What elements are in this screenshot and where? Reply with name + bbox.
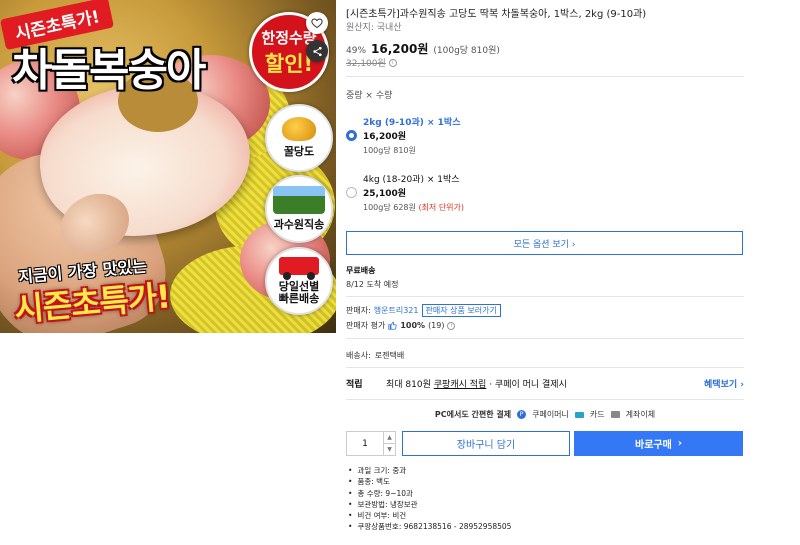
chevron-right-icon: › [677,438,682,449]
option-radio-2kg[interactable] [346,130,357,141]
option-name: 2kg (9-10과) × 1박스 [363,118,461,128]
payment-coupay: 쿠페이머니 [532,410,569,419]
option-unit-value: 100g당 628원 [363,203,416,212]
benefits-button[interactable]: 혜택보기 › [704,377,744,390]
original-price-row: 32,100원 i [346,56,397,69]
quantity-up-icon[interactable]: ▲ [384,432,395,443]
image-main-title: 차돌복숭아 [12,45,206,96]
info-icon[interactable]: i [388,58,397,67]
reward-row: 적립 최대 810원 쿠팡캐시 적립 · 쿠페이 머니 결제시 혜택보기 › [346,377,744,390]
card-icon [574,411,584,418]
divider [346,296,744,297]
orchard-icon [273,186,325,214]
reward-label: 적립 [346,380,363,390]
orchard-badge-label: 과수원직송 [273,218,325,231]
sale-price: 16,200원 [371,42,429,56]
bank-transfer-icon [610,411,620,418]
option-unit-price: 100g당 628원 (최저 단위가) [363,201,464,215]
divider [346,76,744,77]
option-header: 중량 × 수량 [346,91,393,101]
payment-card: 카드 [589,410,605,419]
seller-label: 판매자: [346,306,371,315]
info-icon[interactable]: i [447,321,456,330]
buy-now-button[interactable]: 바로구매 › [574,431,743,456]
heart-icon [311,18,323,29]
all-options-button[interactable]: 모든 옵션 보기 › [346,231,743,255]
option-2kg[interactable]: 2kg (9-10과) × 1박스 16,200원 100g당 810원 [363,116,460,158]
unit-price: (100g당 810원) [433,46,500,56]
spec-item: 보관방법: 냉장보관 [348,499,511,510]
payment-label: PC에서도 간편한 결제 [434,410,512,419]
product-origin: 원산지: 국내산 [346,23,402,33]
lowest-unit-note: (최저 단위가) [418,203,465,212]
coupang-cash-link[interactable]: 쿠팡캐시 적립 [434,377,487,390]
price-row: 49% 16,200원 (100g당 810원) [346,40,500,57]
divider [346,338,744,339]
spec-list: 과일 크기: 중과 품종: 백도 총 수량: 9~10과 보관방법: 냉장보관 … [348,465,511,533]
reward-amount: 최대 810원 [386,380,431,390]
truck-icon [279,257,319,280]
share-icon [312,46,322,56]
spec-item: 과일 크기: 중과 [348,465,511,476]
payment-bank: 계좌이체 [625,410,656,419]
option-price: 25,100원 [363,189,407,199]
coupay-icon: P [517,410,527,419]
orchard-badge: 과수원직송 [265,175,333,243]
honey-icon [282,117,316,141]
carrier-row: 배송사: 로젠택배 [346,350,404,361]
quantity-stepper[interactable]: 1 ▲ ▼ [346,431,396,456]
share-button[interactable] [306,40,328,62]
original-price: 32,100원 [346,59,386,69]
honey-badge: 꿀당도 [265,104,333,172]
free-shipping-label: 무료배송 [346,266,376,275]
divider [346,367,744,368]
spec-item: 쿠팡상품번호: 9682138516 - 28952958505 [348,521,511,532]
option-unit-price: 100g당 810원 [363,146,416,155]
carrier-name: 로젠택배 [374,351,405,360]
option-name: 4kg (18-20과) × 1박스 [363,175,460,185]
quantity-arrows: ▲ ▼ [383,432,395,455]
delivery-badge: 당일선별 빠른배송 [265,247,333,315]
carrier-label: 배송사: [346,351,371,360]
spec-item: 품종: 백도 [348,476,511,487]
wishlist-button[interactable] [306,12,328,34]
seller-row: 판매자: 행운트리321 판매자 상품 보러가기 [346,304,501,317]
option-4kg[interactable]: 4kg (18-20과) × 1박스 25,100원 100g당 628원 (최… [363,173,464,215]
honey-badge-label: 꿀당도 [283,145,315,158]
seller-name-link[interactable]: 행운트리321 [374,305,419,316]
thumbs-up-icon [388,321,397,330]
product-title: [시즌초특가]과수원직송 고당도 딱복 차돌복숭아, 1박스, 2kg (9-1… [346,9,647,20]
quantity-value[interactable]: 1 [347,432,383,455]
add-to-cart-button[interactable]: 장바구니 담기 [402,431,570,456]
option-radio-4kg[interactable] [346,187,357,198]
seller-rating-label: 판매자 평가 [346,321,386,330]
quantity-down-icon[interactable]: ▼ [384,443,395,455]
seller-rating-row: 판매자 평가 100% (19) i [346,320,456,331]
delivery-eta: 8/12 도착 예정 [346,280,399,289]
delivery-badge-line2: 빠른배송 [278,292,320,305]
option-price: 16,200원 [363,132,407,142]
buy-now-label: 바로구매 [635,440,672,451]
seller-products-button[interactable]: 판매자 상품 보러가기 [421,304,501,317]
spec-item: 총 수량: 9~10과 [348,488,511,499]
discount-rate: 49% [346,46,367,56]
divider [346,399,744,400]
product-image: 시즌초특가! 차돌복숭아 한정수량 할인! 꿀당도 과수원직송 당일선별 빠른배… [0,0,336,333]
seller-rating-value: 100% [400,321,426,330]
reward-condition: · 쿠페이 머니 결제시 [489,380,567,390]
payment-row: PC에서도 간편한 결제 P 쿠페이머니 카드 계좌이체 [346,409,744,420]
spec-item: 비건 여부: 비건 [348,510,511,521]
seller-rating-count: (19) [428,321,445,330]
